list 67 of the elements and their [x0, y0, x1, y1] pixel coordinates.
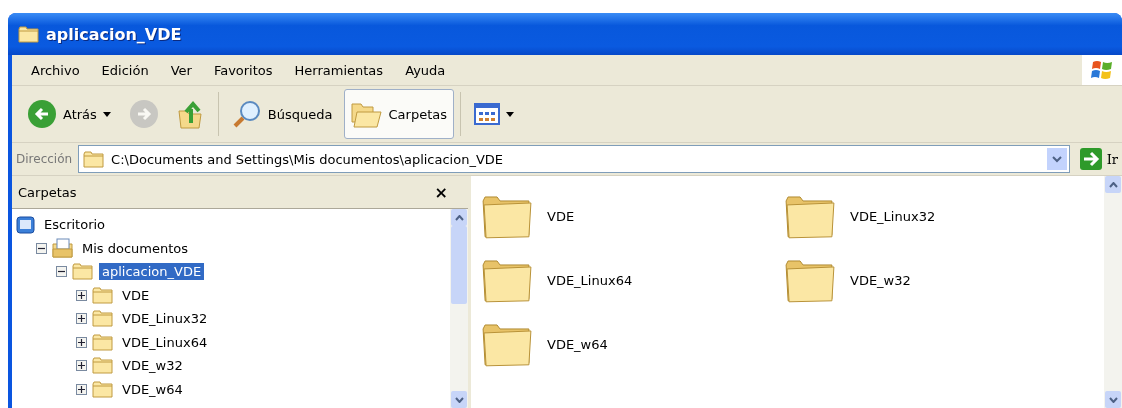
menu-item[interactable]: Edición [90, 62, 160, 78]
folder-icon [83, 150, 106, 168]
folder-icon [18, 25, 40, 43]
folder-name[interactable]: VDE_Linux32 [850, 208, 936, 224]
address-label: Dirección [16, 152, 73, 166]
tree-item[interactable]: VDE_Linux32 [119, 310, 211, 328]
chevron-down-icon [454, 396, 464, 403]
address-path: C:\Documents and Settings\Mis documentos\aplicacion_VDE [111, 151, 505, 167]
close-button[interactable]: × [434, 182, 448, 202]
tree-item[interactable]: VDE_w32 [119, 357, 186, 375]
back-button[interactable]: Atrás [20, 89, 118, 139]
expand-button[interactable] [76, 383, 87, 395]
expand-button[interactable] [76, 313, 87, 325]
expand-button[interactable] [76, 336, 87, 348]
expand-button[interactable] [76, 289, 87, 301]
folder-name[interactable]: VDE [547, 208, 575, 224]
chevron-up-icon [1108, 181, 1118, 188]
menu-item[interactable]: Favoritos [202, 62, 284, 78]
folders-icon [350, 100, 383, 128]
menu-item[interactable]: Herramientas [283, 62, 395, 78]
tree-item[interactable]: aplicacion_VDE [99, 263, 205, 281]
window-title: aplicacion_VDE [46, 24, 183, 44]
pane-title: Carpetas [18, 184, 77, 200]
folder-name[interactable]: VDE_w64 [547, 336, 608, 352]
caret-icon [102, 111, 111, 117]
folder-icon [92, 333, 114, 351]
plus-icon [78, 315, 85, 323]
folder-icon [92, 380, 114, 398]
flag-logo-icon [1091, 59, 1113, 81]
plus-icon [78, 362, 85, 370]
tree-item[interactable]: VDE_Linux64 [119, 333, 211, 351]
scrollbar[interactable] [450, 209, 468, 408]
plus-icon [78, 385, 85, 393]
desktop-icon [16, 214, 36, 235]
folder-name[interactable]: VDE_w32 [850, 272, 911, 288]
folder-icon [72, 263, 94, 281]
documents-folder-icon [52, 238, 74, 259]
folder-name[interactable]: VDE_Linux64 [547, 272, 633, 288]
folder-up-icon [176, 99, 205, 129]
search-icon [231, 99, 262, 129]
caret-icon [506, 111, 514, 117]
go-button[interactable]: Ir [1075, 148, 1122, 170]
dropdown-button[interactable] [1046, 148, 1067, 170]
plus-icon [78, 338, 85, 346]
tree-item[interactable]: Escritorio [41, 216, 109, 234]
menu-item[interactable]: Archivo [20, 62, 91, 78]
tree-item[interactable]: Mis documentos [79, 239, 192, 257]
folder-icon [92, 310, 114, 328]
tree-item[interactable]: VDE_w64 [119, 380, 186, 398]
collapse-button[interactable] [36, 242, 47, 254]
search-button[interactable]: Búsqueda [224, 89, 340, 139]
scrollbar[interactable] [1104, 176, 1122, 408]
menu-item[interactable]: Ver [159, 62, 203, 78]
chevron-down-icon [1108, 396, 1118, 403]
folder-icon [92, 357, 114, 375]
chevron-up-icon [454, 214, 464, 221]
go-arrow-icon [1079, 148, 1102, 170]
chevron-down-icon [1051, 155, 1062, 163]
views-icon [474, 103, 500, 125]
menu-item[interactable]: Ayuda [394, 62, 457, 78]
folders-button[interactable]: Carpetas [343, 89, 454, 139]
tree-item[interactable]: VDE [119, 286, 153, 304]
address-field[interactable]: C:\Documents and Settings\Mis documentos\aplicacion_VDE [78, 145, 1070, 173]
collapse-button[interactable] [56, 266, 67, 278]
plus-icon [78, 291, 85, 299]
expand-button[interactable] [76, 360, 87, 372]
folder-icon [92, 286, 114, 304]
